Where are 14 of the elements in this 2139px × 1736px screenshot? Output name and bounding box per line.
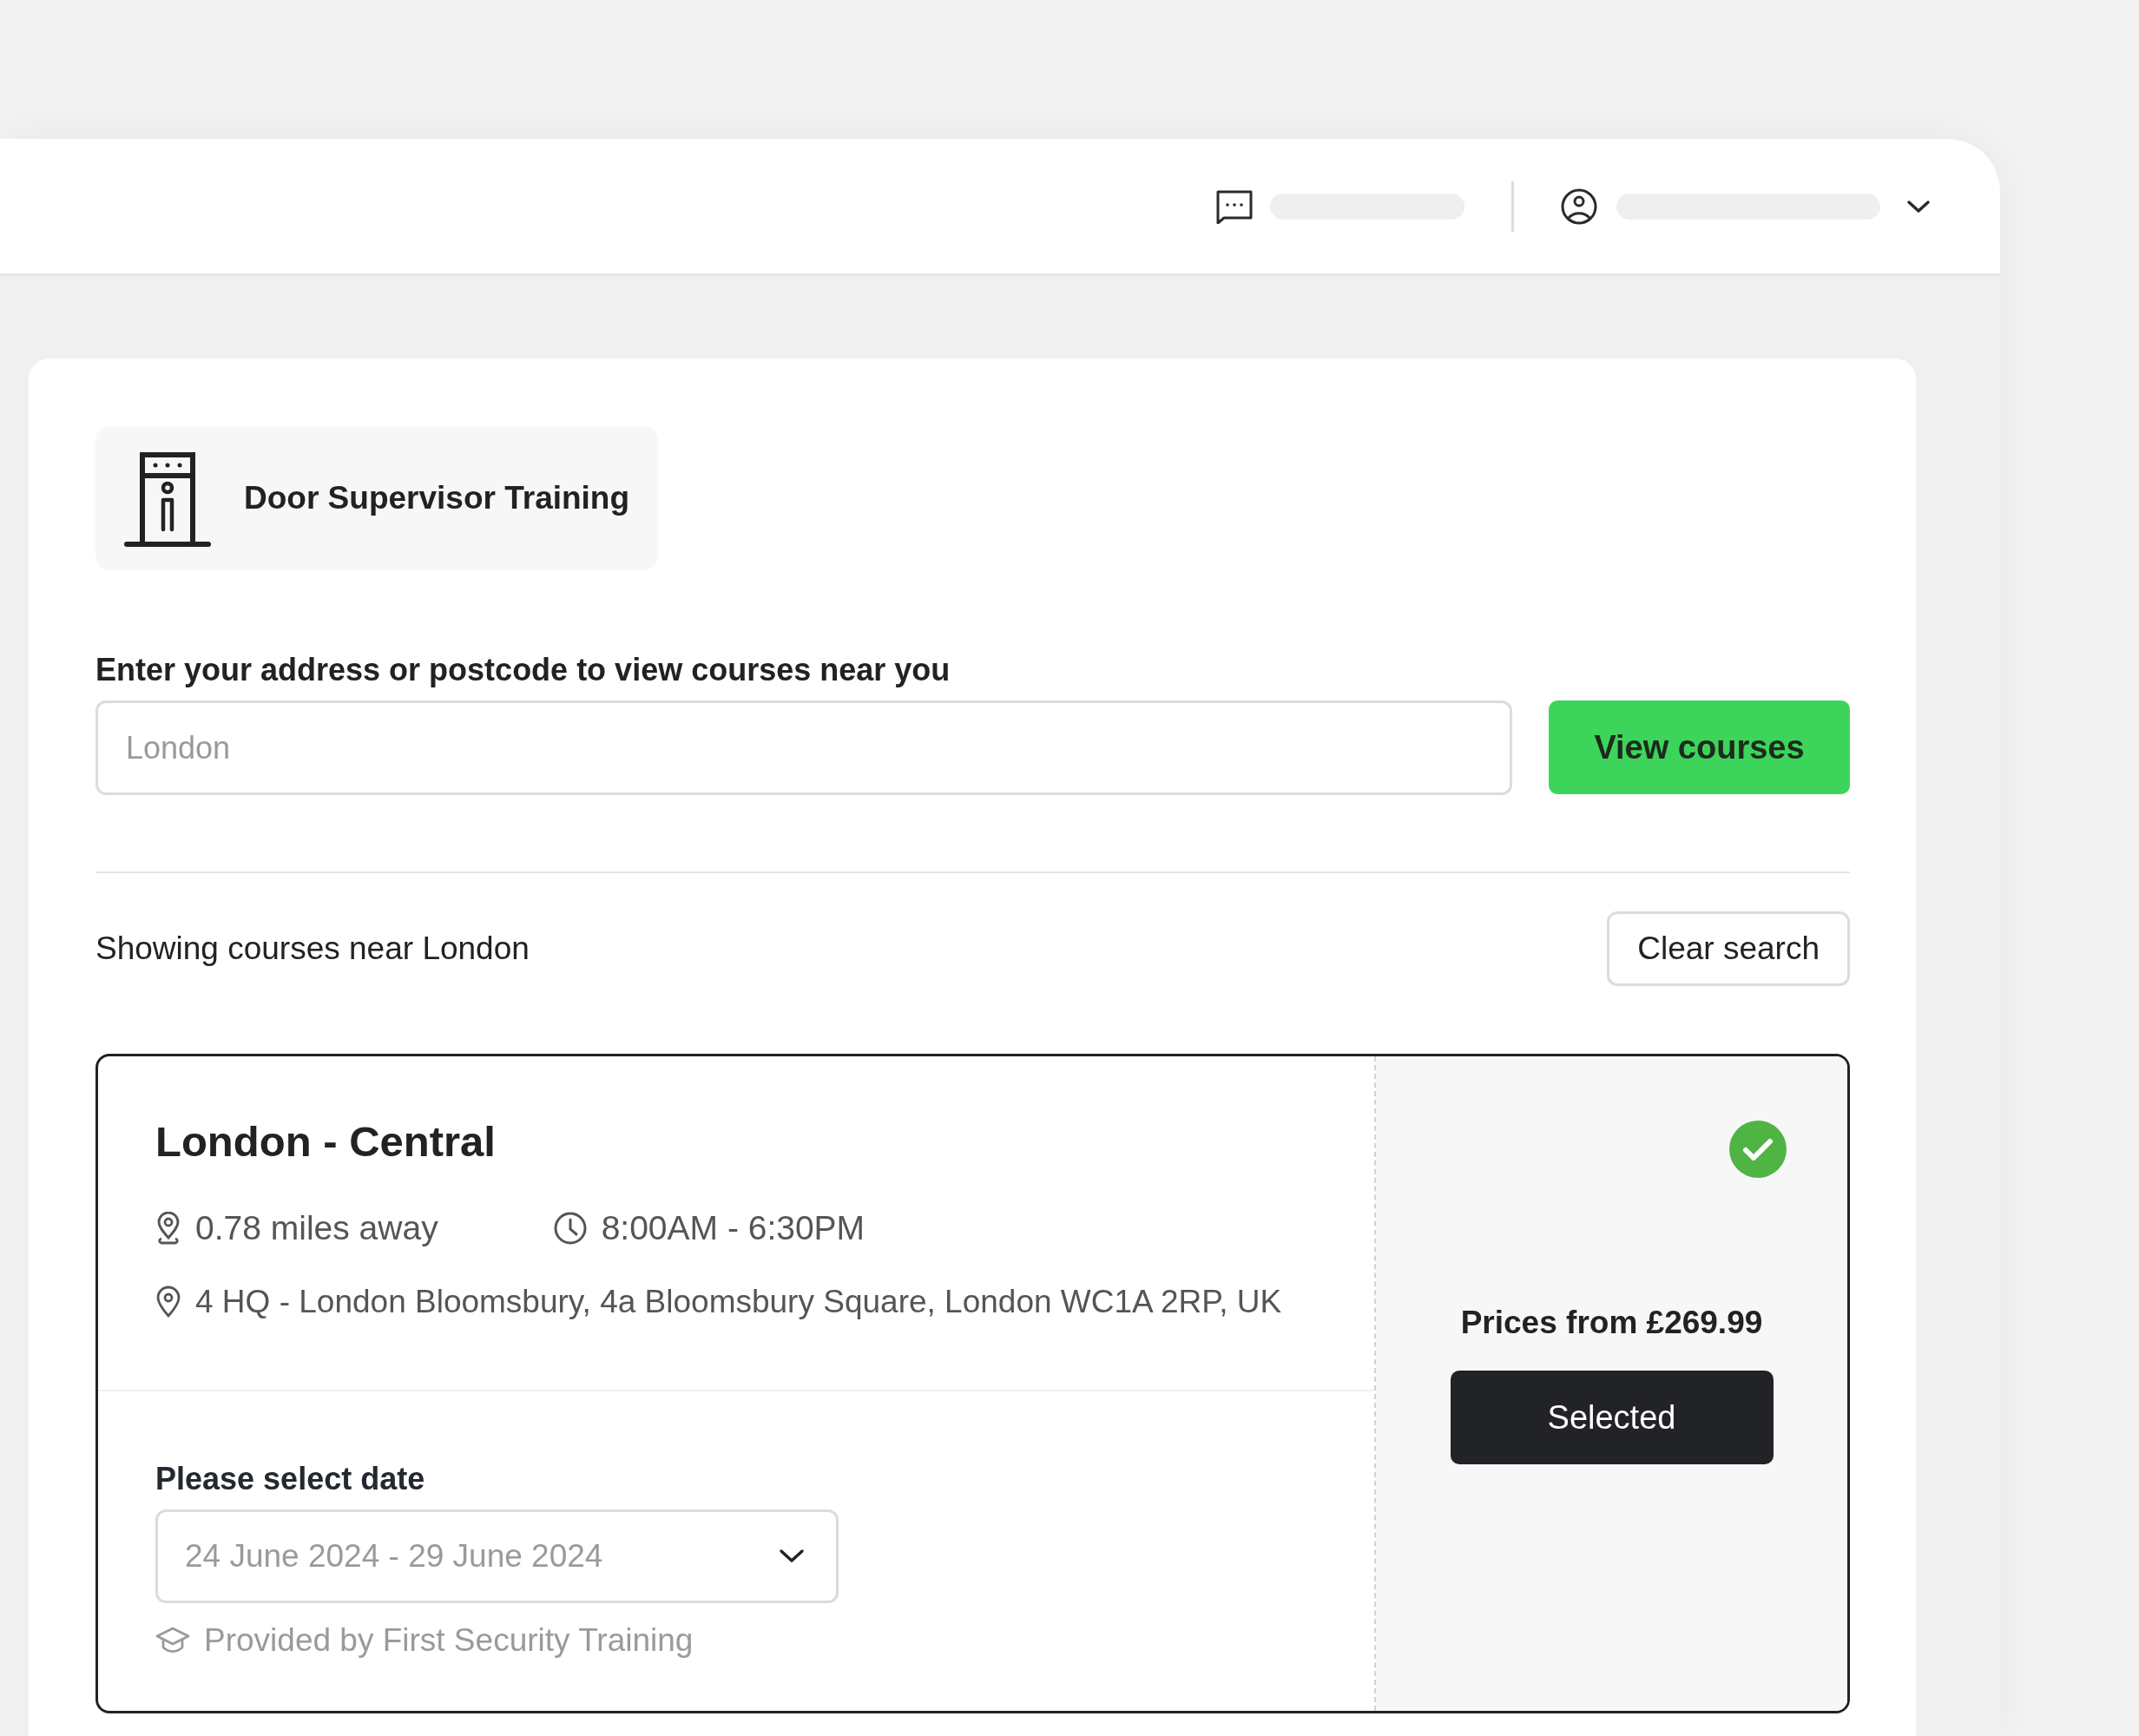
results-summary: Showing courses near London bbox=[95, 930, 530, 967]
address-input-field[interactable]: London bbox=[95, 700, 1512, 795]
date-label: Please select date bbox=[155, 1461, 426, 1497]
course-location-title: London - Central bbox=[155, 1117, 497, 1166]
clear-search-button[interactable]: Clear search bbox=[1607, 911, 1850, 986]
opening-hours-text: 8:00AM - 6:30PM bbox=[601, 1209, 865, 1247]
select-course-button[interactable]: Selected bbox=[1450, 1371, 1774, 1464]
view-courses-button[interactable]: View courses bbox=[1549, 700, 1850, 794]
price-text: Prices from £269.99 bbox=[1460, 1305, 1763, 1341]
distance-text: 0.78 miles away bbox=[195, 1209, 438, 1247]
program-title: Door Supervisor Training bbox=[244, 480, 630, 516]
search-label: Enter your address or postcode to view courses near you bbox=[95, 652, 951, 688]
address-text: 4 HQ - London Bloomsbury, 4a Bloomsbury Square, London WC1A 2RP, UK bbox=[195, 1284, 1282, 1320]
provider-text: Provided by First Security Training bbox=[204, 1622, 694, 1659]
